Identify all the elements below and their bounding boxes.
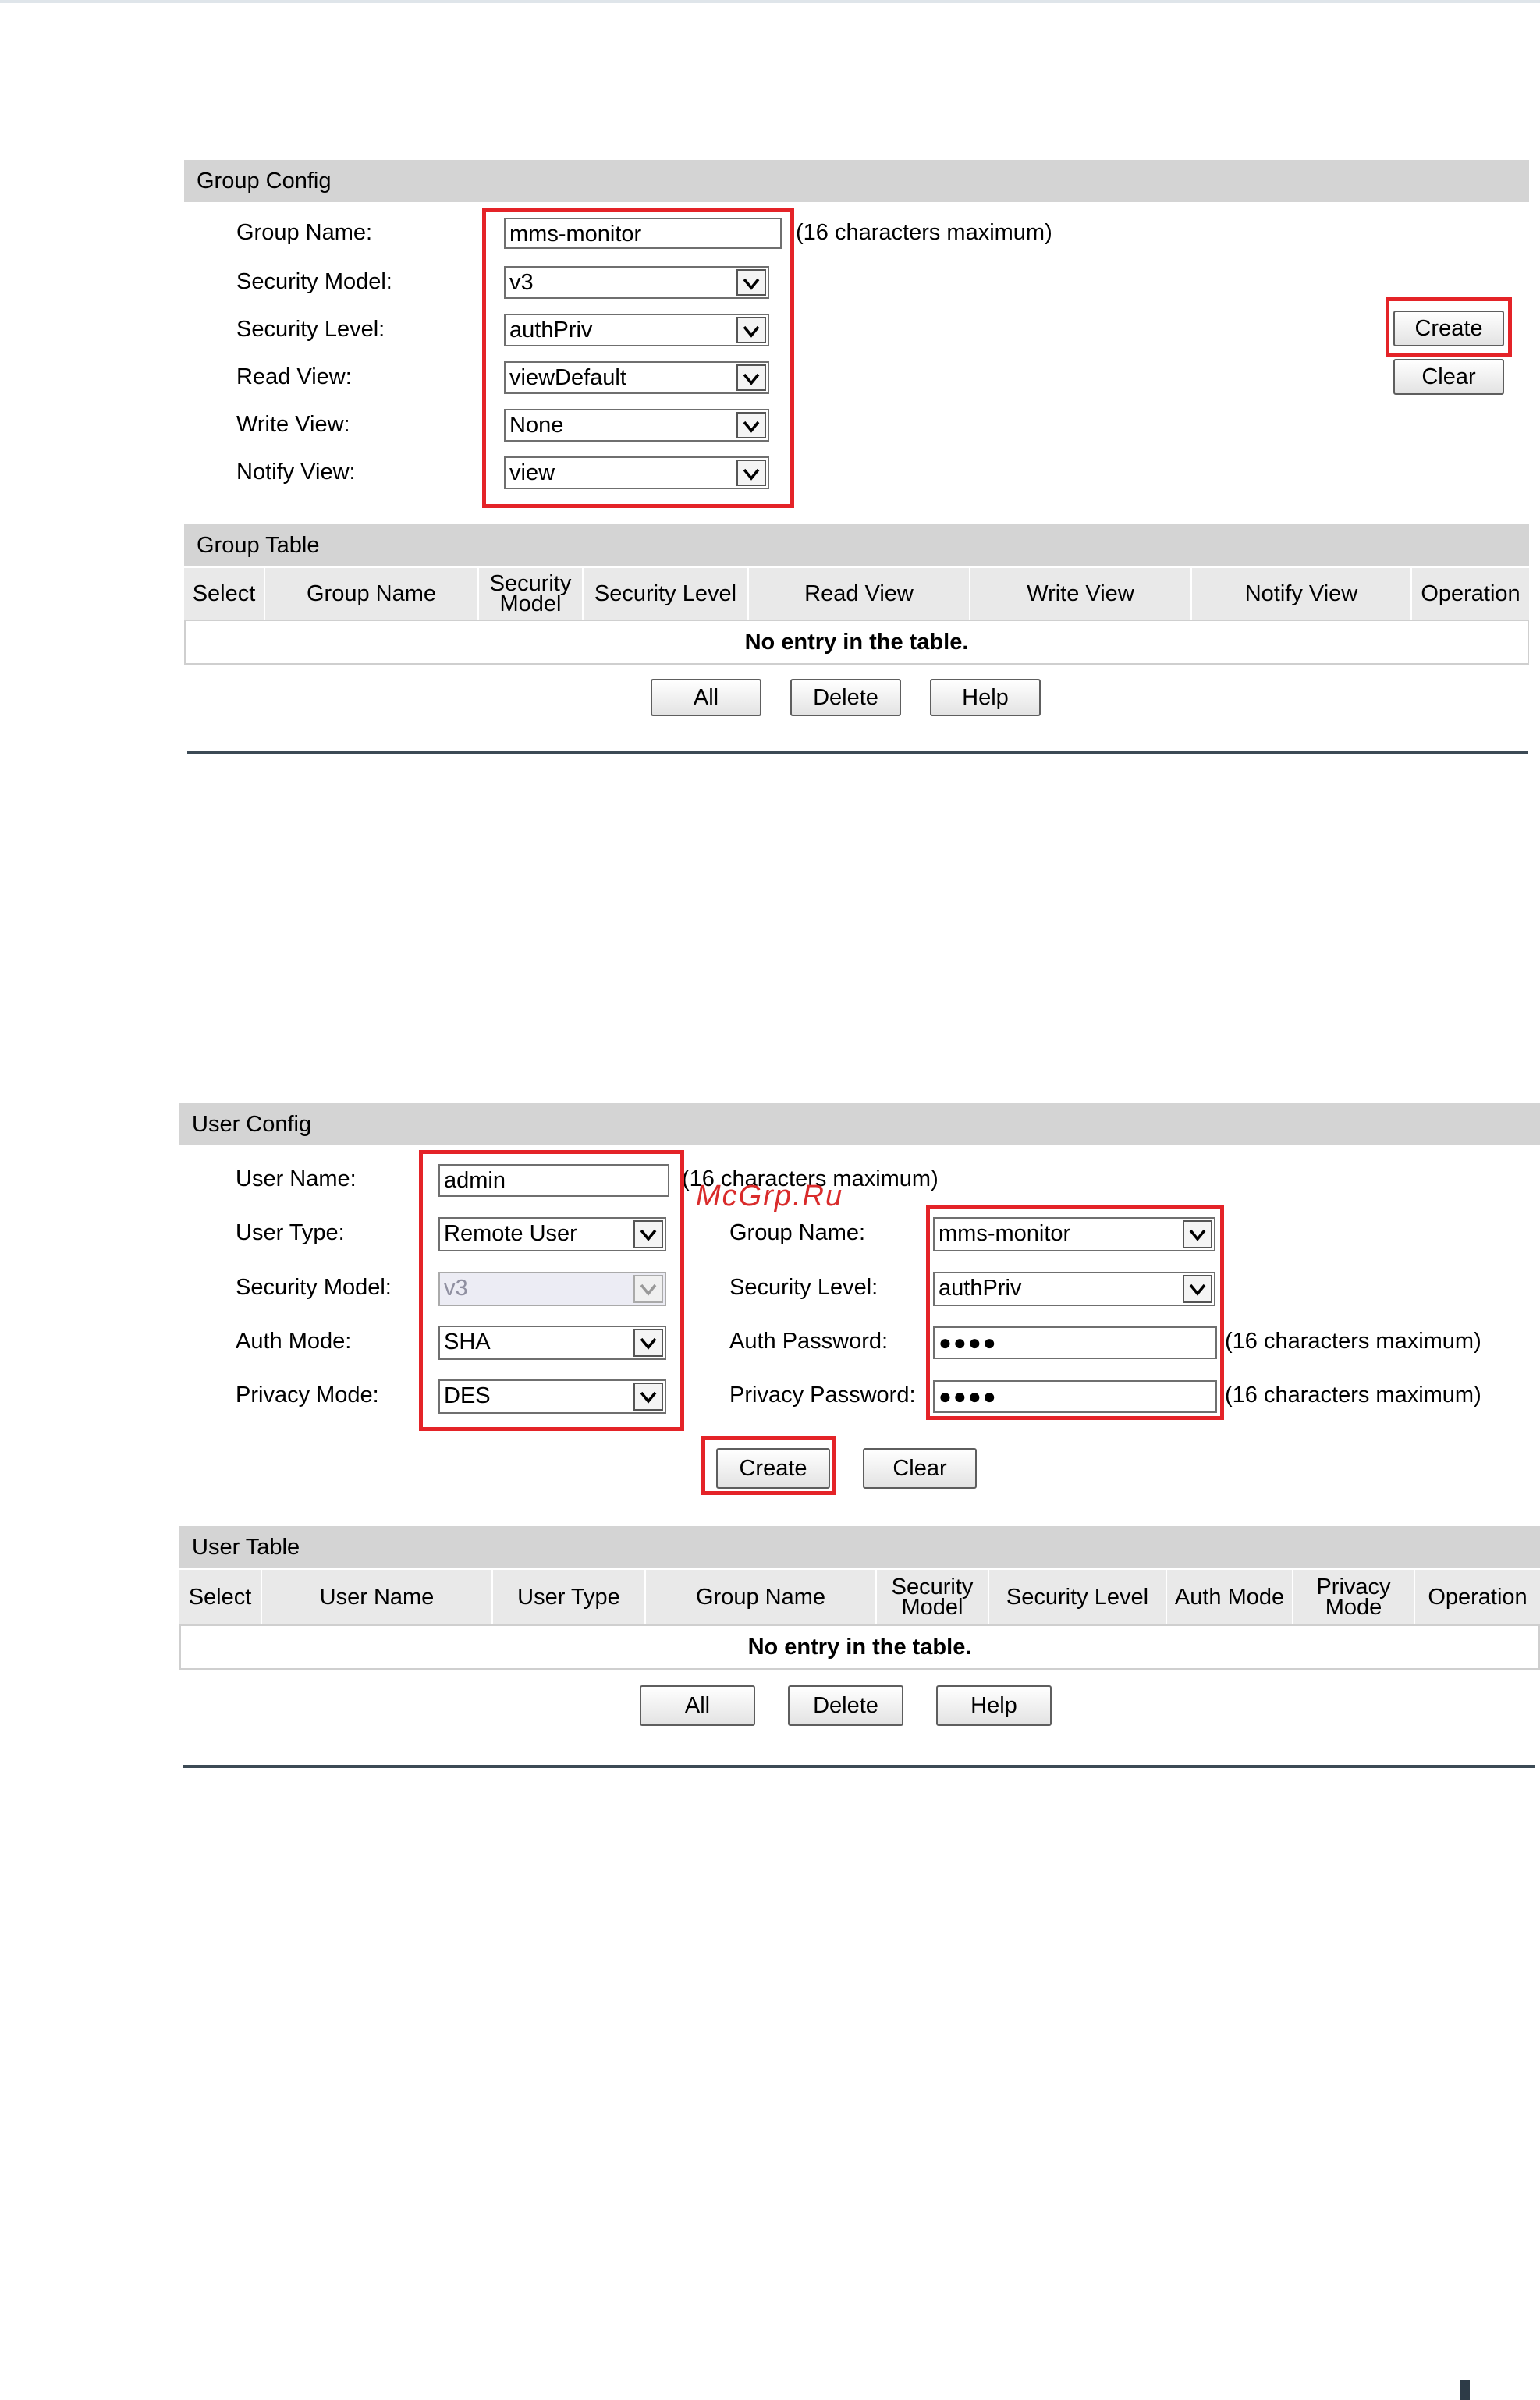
group-col-operation: Operation bbox=[1412, 568, 1529, 620]
group-col-read-view: Read View bbox=[749, 568, 969, 620]
group-name-hint: (16 characters maximum) bbox=[796, 220, 1052, 245]
user-type-label: User Type: bbox=[236, 1220, 345, 1245]
group-col-security-model: Security Model bbox=[479, 568, 582, 620]
group-table-empty-row: No entry in the table. bbox=[184, 620, 1529, 665]
security-level-label: Security Level: bbox=[236, 317, 385, 342]
group-delete-button[interactable]: Delete bbox=[790, 679, 901, 716]
user-col-privacy-mode: Privacy Mode bbox=[1293, 1570, 1414, 1624]
user-create-highlight bbox=[701, 1436, 836, 1495]
privacy-password-label: Privacy Password: bbox=[729, 1383, 916, 1408]
user-table-empty-row: No entry in the table. bbox=[179, 1624, 1540, 1670]
user-col-security-model: Security Model bbox=[877, 1570, 988, 1624]
auth-mode-label: Auth Mode: bbox=[236, 1329, 352, 1354]
privacy-password-hint: (16 characters maximum) bbox=[1225, 1383, 1481, 1408]
write-view-label: Write View: bbox=[236, 412, 350, 437]
user-name-label: User Name: bbox=[236, 1166, 357, 1191]
user-table-title: User Table bbox=[192, 1535, 300, 1560]
user-col-select: Select bbox=[179, 1570, 261, 1624]
user-clear-button[interactable]: Clear bbox=[863, 1448, 977, 1489]
group-section-divider bbox=[187, 751, 1528, 754]
group-table-title: Group Table bbox=[197, 533, 320, 558]
user-config-header: User Config bbox=[179, 1103, 1540, 1145]
user-security-level-label: Security Level: bbox=[729, 1275, 878, 1300]
user-col-user-type: User Type bbox=[493, 1570, 644, 1624]
group-name-label: Group Name: bbox=[236, 220, 373, 245]
user-right-fields-highlight bbox=[926, 1205, 1224, 1420]
user-col-security-level: Security Level bbox=[989, 1570, 1166, 1624]
user-help-button[interactable]: Help bbox=[936, 1685, 1052, 1726]
group-clear-button[interactable]: Clear bbox=[1393, 359, 1504, 395]
group-col-group-name: Group Name bbox=[265, 568, 477, 620]
auth-password-hint: (16 characters maximum) bbox=[1225, 1329, 1481, 1354]
group-help-button[interactable]: Help bbox=[930, 679, 1041, 716]
user-col-user-name: User Name bbox=[262, 1570, 491, 1624]
security-model-label: Security Model: bbox=[236, 269, 392, 294]
read-view-label: Read View: bbox=[236, 364, 352, 389]
user-left-fields-highlight bbox=[419, 1150, 684, 1431]
auth-password-label: Auth Password: bbox=[729, 1329, 889, 1354]
group-col-select: Select bbox=[184, 568, 264, 620]
page-corner-mark bbox=[1460, 2380, 1470, 2400]
group-config-title: Group Config bbox=[197, 169, 332, 193]
user-col-operation: Operation bbox=[1415, 1570, 1540, 1624]
user-section-divider bbox=[183, 1765, 1535, 1768]
privacy-mode-label: Privacy Mode: bbox=[236, 1383, 379, 1408]
user-col-auth-mode: Auth Mode bbox=[1167, 1570, 1292, 1624]
user-group-name-label: Group Name: bbox=[729, 1220, 866, 1245]
group-create-highlight bbox=[1386, 297, 1512, 357]
notify-view-label: Notify View: bbox=[236, 460, 356, 485]
top-border bbox=[0, 0, 1540, 3]
group-col-write-view: Write View bbox=[970, 568, 1190, 620]
user-col-group-name: Group Name bbox=[646, 1570, 875, 1624]
group-table-header: Group Table bbox=[184, 524, 1529, 566]
group-col-security-level: Security Level bbox=[584, 568, 747, 620]
user-delete-button[interactable]: Delete bbox=[788, 1685, 903, 1726]
group-col-notify-view: Notify View bbox=[1192, 568, 1410, 620]
group-all-button[interactable]: All bbox=[651, 679, 761, 716]
group-config-header: Group Config bbox=[184, 160, 1529, 202]
group-fields-highlight bbox=[482, 208, 794, 508]
user-security-model-label: Security Model: bbox=[236, 1275, 392, 1300]
watermark-text: McGrp.Ru bbox=[696, 1180, 844, 1212]
user-config-title: User Config bbox=[192, 1112, 312, 1137]
user-all-button[interactable]: All bbox=[640, 1685, 755, 1726]
user-table-header: User Table bbox=[179, 1526, 1540, 1568]
